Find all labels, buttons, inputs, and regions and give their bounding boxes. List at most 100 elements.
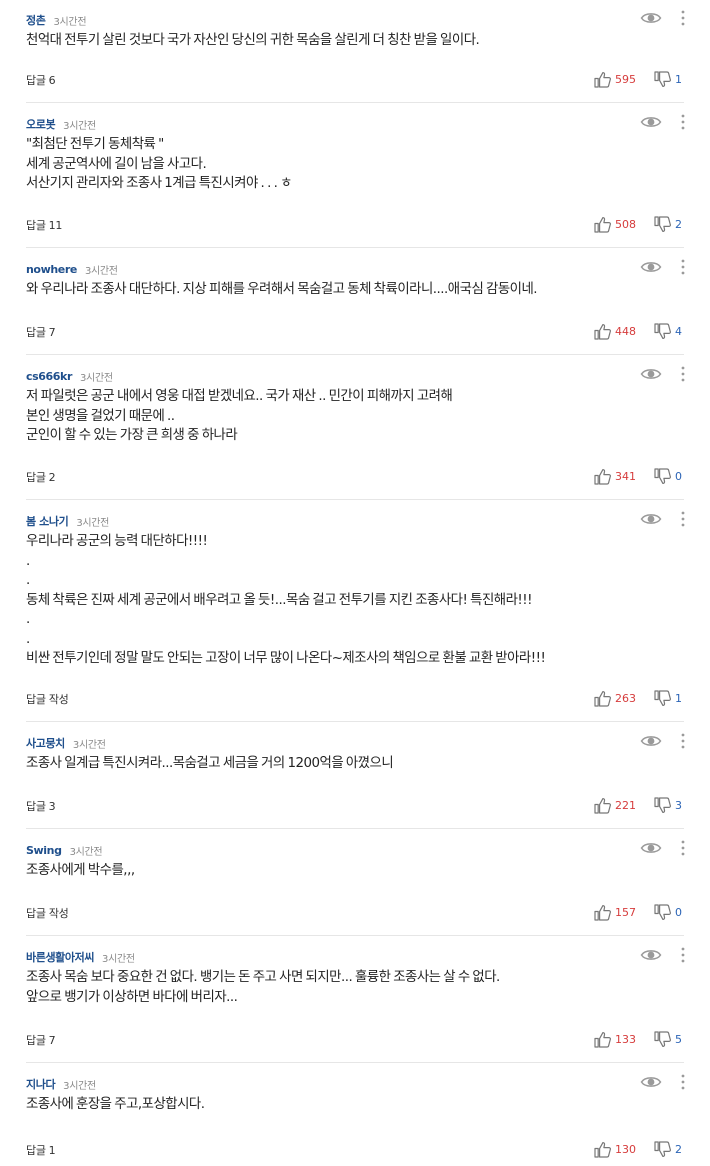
eye-icon[interactable] xyxy=(640,733,662,749)
eye-icon[interactable] xyxy=(640,840,662,856)
comment-tools xyxy=(640,9,686,27)
like-button[interactable]: 157 xyxy=(594,904,636,921)
like-button[interactable]: 595 xyxy=(594,71,636,88)
reply-button[interactable]: 답글 3 xyxy=(26,798,56,814)
comment-footer: 답글 6 595 1 xyxy=(26,68,684,88)
comment-header: 오로봇 3시간전 xyxy=(26,115,96,133)
comment-item: 정촌 3시간전 천억대 전투기 살린 것보다 국가 자산인 당신의 귀한 목숨을… xyxy=(26,0,686,103)
comment-nickname[interactable]: 정촌 xyxy=(26,12,46,28)
dislike-button[interactable]: 2 xyxy=(654,1141,682,1158)
thumbs-down-icon xyxy=(654,904,671,920)
comment-text: "최첨단 전투기 동체착륙 " 세계 공군역사에 길이 남을 사고다. 서산기지… xyxy=(26,137,292,191)
eye-icon[interactable] xyxy=(640,947,662,963)
like-button[interactable]: 130 xyxy=(594,1141,636,1158)
like-button[interactable]: 341 xyxy=(594,468,636,485)
like-button[interactable]: 448 xyxy=(594,323,636,340)
eye-icon[interactable] xyxy=(640,511,662,527)
like-count: 221 xyxy=(615,799,636,812)
dislike-button[interactable]: 1 xyxy=(654,71,682,88)
vote-group: 448 4 xyxy=(594,323,682,340)
comment-time: 3시간전 xyxy=(79,372,113,384)
comment-header: 봄 소나기 3시간전 xyxy=(26,512,109,530)
vote-group: 157 0 xyxy=(594,904,682,921)
comment-footer: 답글 작성 263 1 xyxy=(26,687,684,707)
vote-group: 341 0 xyxy=(594,468,682,485)
dislike-button[interactable]: 1 xyxy=(654,690,682,707)
comment-nickname[interactable]: 오로봇 xyxy=(26,116,56,132)
reply-button[interactable]: 답글 1 xyxy=(26,1142,56,1158)
vote-group: 221 3 xyxy=(594,797,682,814)
thumbs-up-icon xyxy=(594,324,611,340)
dislike-button[interactable]: 0 xyxy=(654,468,682,485)
reply-count: 2 xyxy=(48,471,56,484)
reply-button[interactable]: 답글 작성 xyxy=(26,691,71,707)
eye-icon[interactable] xyxy=(640,366,662,382)
like-button[interactable]: 133 xyxy=(594,1031,636,1048)
more-vertical-icon[interactable] xyxy=(680,839,686,857)
comment-item: nowhere 3시간전 와 우리나라 조종사 대단하다. 지상 피해를 우려해… xyxy=(26,249,686,355)
like-button[interactable]: 221 xyxy=(594,797,636,814)
comment-header: 바른생활아저씨 3시간전 xyxy=(26,948,135,966)
more-vertical-icon[interactable] xyxy=(680,113,686,131)
like-button[interactable]: 263 xyxy=(594,690,636,707)
comment-nickname[interactable]: 사고뭉치 xyxy=(26,735,65,751)
dislike-button[interactable]: 5 xyxy=(654,1031,682,1048)
comment-nickname[interactable]: cs666kr xyxy=(26,370,72,383)
eye-icon[interactable] xyxy=(640,259,662,275)
reply-label: 답글 xyxy=(26,74,46,87)
reply-button[interactable]: 답글 7 xyxy=(26,324,56,340)
comment-text: 저 파일럿은 공군 내에서 영웅 대접 받겠네요.. 국가 재산 .. 민간이 … xyxy=(26,389,453,443)
comment-tools xyxy=(640,365,686,383)
vote-group: 133 5 xyxy=(594,1031,682,1048)
more-vertical-icon[interactable] xyxy=(680,510,686,528)
more-vertical-icon[interactable] xyxy=(680,732,686,750)
like-button[interactable]: 508 xyxy=(594,216,636,233)
comment-text: 조종사 일계급 특진시켜라...목숨걸고 세금을 거의 1200억을 아꼈으니 xyxy=(26,756,394,771)
dislike-button[interactable]: 4 xyxy=(654,323,682,340)
thumbs-down-icon xyxy=(654,1031,671,1047)
reply-button[interactable]: 답글 11 xyxy=(26,217,62,233)
reply-label: 답글 작성 xyxy=(26,693,69,706)
more-vertical-icon[interactable] xyxy=(680,9,686,27)
thumbs-up-icon xyxy=(594,217,611,233)
eye-icon[interactable] xyxy=(640,114,662,130)
eye-icon[interactable] xyxy=(640,10,662,26)
comment-tools xyxy=(640,258,686,276)
more-vertical-icon[interactable] xyxy=(680,946,686,964)
more-vertical-icon[interactable] xyxy=(680,365,686,383)
comment-time: 3시간전 xyxy=(63,1080,96,1092)
thumbs-up-icon xyxy=(594,1142,611,1158)
comment-time: 3시간전 xyxy=(53,16,87,28)
reply-label: 답글 작성 xyxy=(26,907,69,920)
comment-nickname[interactable]: 지나다 xyxy=(26,1076,56,1092)
comment-nickname[interactable]: nowhere xyxy=(26,263,77,276)
thumbs-down-icon xyxy=(654,690,671,706)
reply-button[interactable]: 답글 7 xyxy=(26,1032,56,1048)
reply-count: 1 xyxy=(48,1144,56,1157)
more-vertical-icon[interactable] xyxy=(680,1073,686,1091)
comment-tools xyxy=(640,113,686,131)
comment-header: Swing 3시간전 xyxy=(26,841,103,859)
like-count: 263 xyxy=(615,692,636,705)
comment-time: 3시간전 xyxy=(76,517,110,529)
comment-nickname[interactable]: 바른생활아저씨 xyxy=(26,949,94,965)
dislike-count: 2 xyxy=(675,218,682,231)
dislike-button[interactable]: 3 xyxy=(654,797,682,814)
reply-label: 답글 xyxy=(26,326,46,339)
dislike-count: 3 xyxy=(675,799,682,812)
dislike-button[interactable]: 0 xyxy=(654,904,682,921)
eye-icon[interactable] xyxy=(640,1074,662,1090)
comment-nickname[interactable]: Swing xyxy=(26,844,62,857)
dislike-button[interactable]: 2 xyxy=(654,216,682,233)
reply-button[interactable]: 답글 6 xyxy=(26,72,56,88)
comment-footer: 답글 3 221 3 xyxy=(26,794,684,814)
reply-label: 답글 xyxy=(26,1034,46,1047)
comment-nickname[interactable]: 봄 소나기 xyxy=(26,513,69,529)
comment-footer: 답글 7 448 4 xyxy=(26,320,684,340)
comment-item: 오로봇 3시간전 "최첨단 전투기 동체착륙 " 세계 공군역사에 길이 남을 … xyxy=(26,104,686,248)
thumbs-down-icon xyxy=(654,797,671,813)
comment-footer: 답글 7 133 5 xyxy=(26,1028,684,1048)
reply-button[interactable]: 답글 작성 xyxy=(26,905,71,921)
reply-button[interactable]: 답글 2 xyxy=(26,469,56,485)
more-vertical-icon[interactable] xyxy=(680,258,686,276)
